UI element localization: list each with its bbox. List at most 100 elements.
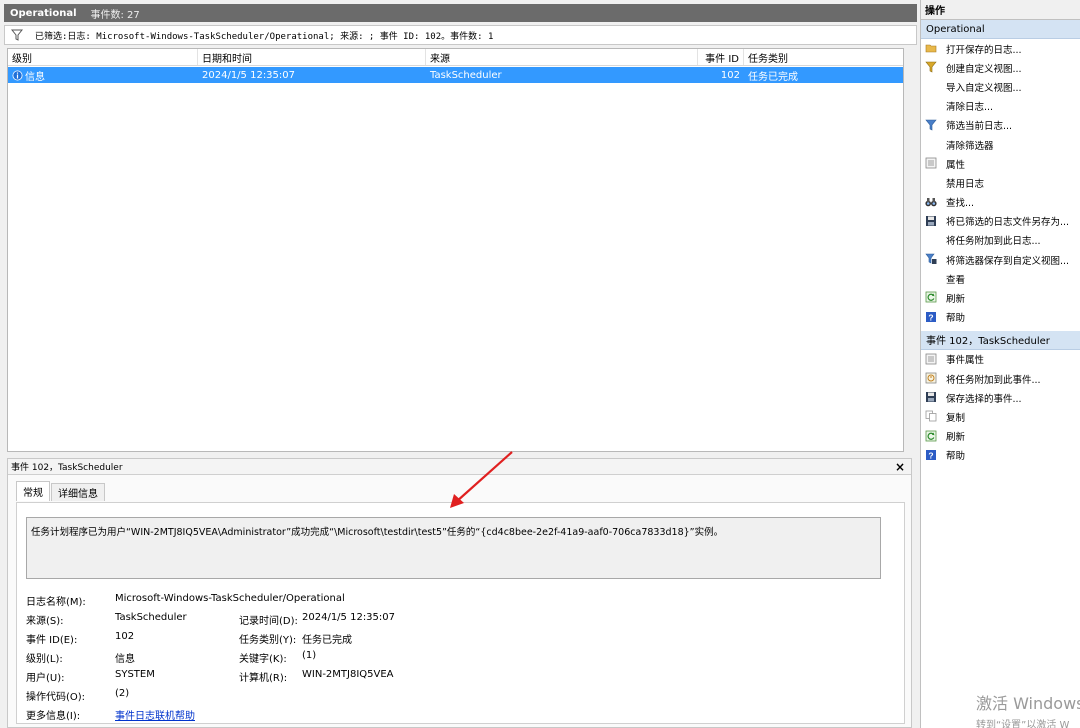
event-id-value[interactable]: 102 [115, 631, 134, 642]
action-label: 导入自定义视图... [946, 82, 1022, 94]
general-tab-body: 任务计划程序已为用户“WIN-2MTJ8IQ5VEA\Administrator… [16, 502, 905, 724]
level-value[interactable]: 信息 [115, 650, 135, 665]
action-save-selected-events[interactable]: 保存选择的事件... [921, 388, 1080, 407]
info-icon [12, 70, 23, 80]
tab-general[interactable]: 常规 [16, 481, 50, 501]
action-label: 刷新 [946, 294, 966, 306]
action-find[interactable]: 查找... [921, 193, 1080, 212]
user-label: 用户(U): [26, 673, 65, 684]
computer-value[interactable]: WIN-2MTJ8IQ5VEA [302, 669, 394, 680]
user-value[interactable]: SYSTEM [115, 669, 155, 680]
column-header-source[interactable]: 来源 [426, 49, 698, 65]
action-clear-log[interactable]: 清除日志... [921, 97, 1080, 116]
table-row[interactable]: 信息 2024/1/5 12:35:07 TaskScheduler 102 任… [8, 67, 903, 83]
watermark-line2: 转到“设置”以激活 W [976, 720, 1070, 728]
event-description[interactable]: 任务计划程序已为用户“WIN-2MTJ8IQ5VEA\Administrator… [26, 517, 881, 579]
actions-section-log[interactable]: Operational [921, 20, 1080, 39]
online-help-link[interactable]: 事件日志联机帮助 [115, 707, 195, 722]
action-help-event[interactable]: ? 帮助 [921, 446, 1080, 465]
action-create-custom-view[interactable]: 创建自定义视图... [921, 58, 1080, 77]
log-name-value[interactable]: Microsoft-Windows-TaskScheduler/Operatio… [115, 593, 345, 604]
action-label: 将已筛选的日志文件另存为... [946, 217, 1070, 229]
action-clear-filter[interactable]: 清除筛选器 [921, 135, 1080, 154]
detail-header: 事件 102，TaskScheduler × [8, 459, 911, 475]
event-id-label: 事件 ID(E): [26, 635, 78, 646]
action-properties[interactable]: 属性 [921, 154, 1080, 173]
cell-event-id: 102 [720, 69, 740, 81]
actions-pane: 操作 Operational 打开保存的日志... 创建自定义视图... 导入自… [920, 0, 1080, 728]
action-label: 保存选择的事件... [946, 393, 1022, 405]
keywords-value[interactable]: (1) [302, 650, 316, 661]
action-save-filtered-log-as[interactable]: 将已筛选的日志文件另存为... [921, 212, 1080, 231]
cell-datetime: 2024/1/5 12:35:07 [202, 69, 296, 81]
action-label: 禁用日志 [946, 178, 985, 190]
refresh-icon [925, 430, 937, 441]
logged-label: 记录时间(D): [239, 616, 298, 627]
watermark-line1: 激活 Windows [976, 694, 1080, 713]
more-info-label: 更多信息(I): [26, 711, 81, 722]
field-row-user: 用户(U): SYSTEM 计算机(R): WIN-2MTJ8IQ5VEA [26, 667, 886, 686]
action-label: 创建自定义视图... [946, 63, 1022, 75]
keywords-label: 关键字(K): [239, 654, 287, 665]
action-event-properties[interactable]: 事件属性 [921, 350, 1080, 369]
field-row-more-info: 更多信息(I): 事件日志联机帮助 [26, 705, 886, 724]
category-value[interactable]: 任务已完成 [302, 631, 352, 646]
actions-title: 操作 [921, 0, 1080, 20]
action-copy[interactable]: 复制 [921, 407, 1080, 426]
help-icon: ? [926, 311, 936, 322]
event-log-main-pane: Operational 事件数: 27 已筛选:日志: Microsoft-Wi… [0, 0, 917, 728]
field-row-source: 来源(S): TaskScheduler 记录时间(D): 2024/1/5 1… [26, 610, 886, 629]
filter-create-icon [925, 61, 937, 73]
actions-section-event[interactable]: 事件 102，TaskScheduler [921, 330, 1080, 350]
svg-text:?: ? [928, 450, 933, 460]
action-attach-task-to-event[interactable]: 将任务附加到此事件... [921, 369, 1080, 388]
field-row-level: 级别(L): 信息 关键字(K): (1) [26, 648, 886, 667]
column-header-datetime[interactable]: 日期和时间 [198, 49, 426, 65]
action-refresh-event[interactable]: 刷新 [921, 427, 1080, 446]
category-label: 任务类别(Y): [239, 635, 297, 646]
action-help[interactable]: ? 帮助 [921, 308, 1080, 327]
detail-tabs: 常规 详细信息 [16, 481, 106, 501]
action-refresh[interactable]: 刷新 [921, 288, 1080, 307]
opcode-label: 操作代码(O): [26, 692, 86, 703]
column-header-level[interactable]: 级别 [8, 49, 198, 65]
action-label: 将筛选器保存到自定义视图... [946, 255, 1070, 267]
action-label: 帮助 [946, 313, 966, 325]
action-filter-current-log[interactable]: 筛选当前日志... [921, 116, 1080, 135]
column-header-category[interactable]: 任务类别 [744, 49, 903, 65]
properties-icon [925, 353, 937, 365]
source-value[interactable]: TaskScheduler [115, 612, 187, 623]
action-label: 刷新 [946, 432, 966, 444]
cell-category: 任务已完成 [748, 71, 798, 83]
action-label: 事件属性 [946, 355, 985, 367]
save-icon [926, 392, 936, 403]
filter-save-icon [925, 253, 937, 265]
action-label: 筛选当前日志... [946, 121, 1013, 133]
filter-text: 已筛选:日志: Microsoft-Windows-TaskScheduler/… [35, 31, 494, 42]
action-import-custom-view[interactable]: 导入自定义视图... [921, 77, 1080, 96]
source-label: 来源(S): [26, 616, 64, 627]
action-save-filter-to-custom-view[interactable]: 将筛选器保存到自定义视图... [921, 250, 1080, 269]
save-icon [926, 215, 936, 226]
cell-level-text: 信息 [25, 71, 45, 83]
event-grid[interactable]: 级别 日期和时间 来源 事件 ID 任务类别 信息 2024/1/5 12:35… [7, 48, 904, 452]
filter-icon [11, 29, 23, 41]
action-attach-task-to-log[interactable]: 将任务附加到此日志... [921, 231, 1080, 250]
action-open-saved-log[interactable]: 打开保存的日志... [921, 39, 1080, 58]
log-title: Operational [10, 7, 77, 19]
action-disable-log[interactable]: 禁用日志 [921, 173, 1080, 192]
level-label: 级别(L): [26, 654, 63, 665]
svg-text:?: ? [928, 312, 933, 322]
close-icon[interactable]: × [895, 460, 905, 474]
copy-icon [925, 410, 937, 422]
computer-label: 计算机(R): [239, 673, 288, 684]
logged-value[interactable]: 2024/1/5 12:35:07 [302, 612, 395, 623]
action-view[interactable]: 查看 [921, 269, 1080, 288]
action-label: 查看 [946, 274, 966, 286]
log-name-label: 日志名称(M): [26, 597, 86, 608]
opcode-value[interactable]: (2) [115, 688, 129, 699]
help-icon: ? [926, 449, 936, 460]
column-header-event-id[interactable]: 事件 ID [698, 49, 744, 65]
tab-details[interactable]: 详细信息 [51, 483, 105, 501]
action-label: 复制 [946, 412, 966, 424]
